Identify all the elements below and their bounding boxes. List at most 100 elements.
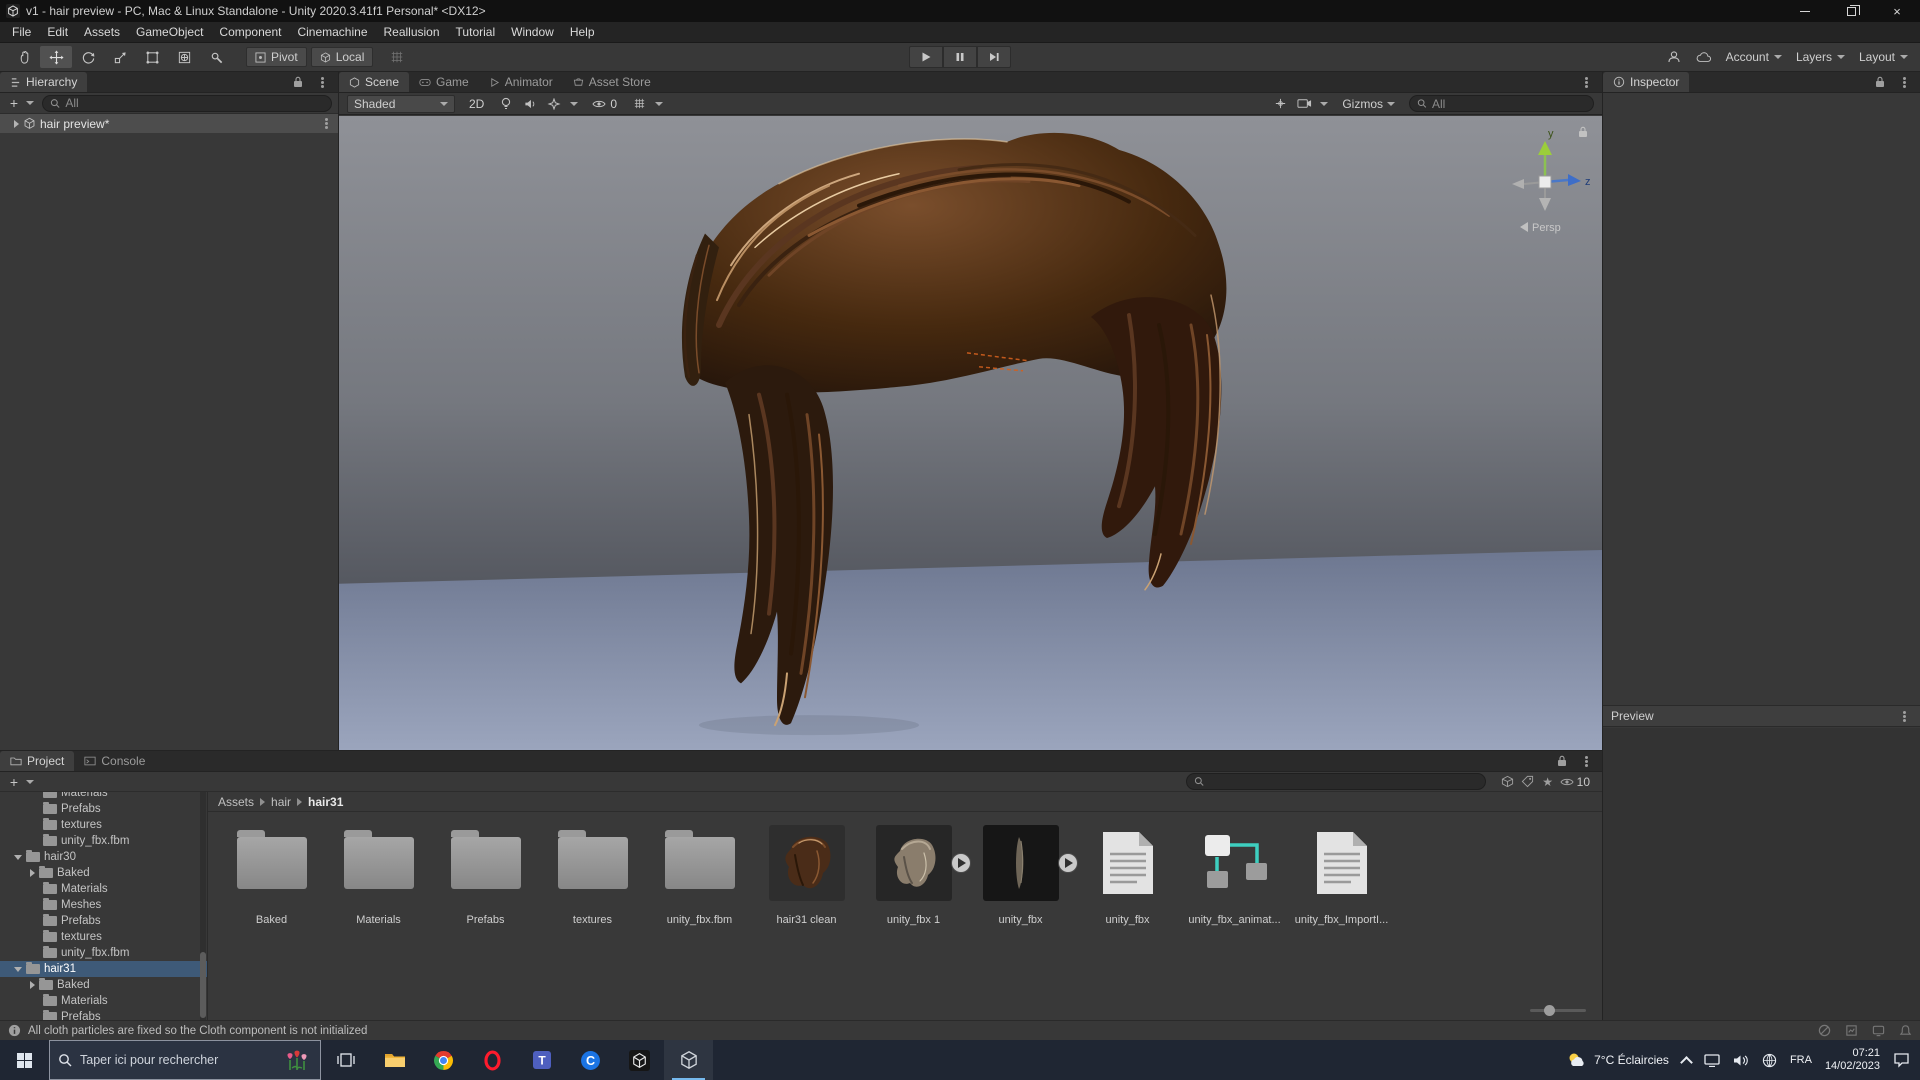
menu-reallusion[interactable]: Reallusion bbox=[376, 22, 448, 43]
tab-project[interactable]: Project bbox=[0, 751, 75, 771]
tab-animator[interactable]: Animator bbox=[479, 72, 563, 92]
breadcrumb-assets[interactable]: Assets bbox=[218, 795, 254, 809]
unity-editor-button[interactable] bbox=[664, 1040, 713, 1080]
rect-tool-button[interactable] bbox=[136, 46, 168, 68]
asset-unity-fbx-file[interactable]: unity_fbx bbox=[1074, 824, 1181, 1020]
audio-toggle-icon[interactable] bbox=[522, 96, 538, 112]
tree-item[interactable]: Materials bbox=[0, 881, 207, 897]
gizmo-lock-icon[interactable] bbox=[1578, 126, 1588, 138]
search-highlight-tulips-icon[interactable] bbox=[282, 1048, 312, 1072]
transform-tool-button[interactable] bbox=[168, 46, 200, 68]
snap-settings-button[interactable] bbox=[381, 46, 413, 68]
chrome-button[interactable] bbox=[419, 1040, 468, 1080]
hand-tool-button[interactable] bbox=[8, 46, 40, 68]
move-tool-button[interactable] bbox=[40, 46, 72, 68]
slider-knob[interactable] bbox=[1544, 1005, 1555, 1016]
action-center-icon[interactable] bbox=[1893, 1052, 1910, 1068]
asset-unity-fbx-importinfo[interactable]: unity_fbx_ImportI... bbox=[1288, 824, 1395, 1020]
keyboard-language[interactable]: FRA bbox=[1790, 1054, 1812, 1066]
step-button[interactable] bbox=[977, 46, 1011, 68]
tree-item[interactable]: textures bbox=[0, 817, 207, 833]
lock-icon[interactable] bbox=[1554, 753, 1570, 769]
tab-hierarchy[interactable]: Hierarchy bbox=[0, 72, 88, 92]
menu-assets[interactable]: Assets bbox=[76, 22, 128, 43]
tree-item[interactable]: unity_fbx.fbm bbox=[0, 833, 207, 849]
volume-icon[interactable] bbox=[1733, 1054, 1749, 1067]
camera-settings-icon[interactable] bbox=[1296, 96, 1312, 112]
tree-item[interactable]: Materials bbox=[0, 792, 207, 801]
scene-visibility-toggle[interactable]: 0 bbox=[586, 95, 623, 113]
asset-folder-unity-fbx-fbm[interactable]: unity_fbx.fbm bbox=[646, 824, 753, 1020]
kebab-menu-icon[interactable] bbox=[1578, 74, 1594, 90]
menu-help[interactable]: Help bbox=[562, 22, 603, 43]
asset-folder-baked[interactable]: Baked bbox=[218, 824, 325, 1020]
taskbar-search[interactable] bbox=[49, 1040, 321, 1080]
hidden-packages-toggle[interactable]: 10 bbox=[1560, 775, 1590, 789]
asset-unity-fbx-animator[interactable]: unity_fbx_animat... bbox=[1181, 824, 1288, 1020]
tree-scrollbar[interactable] bbox=[200, 792, 206, 1020]
scene-search-input[interactable] bbox=[1432, 96, 1586, 111]
collapse-arrow-icon[interactable] bbox=[30, 981, 35, 989]
x-axis-handle[interactable] bbox=[1512, 179, 1524, 189]
lock-icon[interactable] bbox=[1872, 74, 1888, 90]
cloud-icon[interactable] bbox=[1696, 49, 1712, 65]
tree-item[interactable]: hair30 bbox=[0, 849, 207, 865]
tree-item[interactable]: Baked bbox=[0, 977, 207, 993]
task-view-button[interactable] bbox=[321, 1040, 370, 1080]
pivot-toggle-button[interactable]: Pivot bbox=[246, 47, 307, 67]
kebab-menu-icon[interactable] bbox=[1578, 753, 1594, 769]
favorites-icon[interactable]: ★ bbox=[1540, 774, 1556, 790]
collapse-arrow-icon[interactable] bbox=[14, 119, 19, 128]
start-button[interactable] bbox=[0, 1040, 49, 1080]
tree-item[interactable]: Prefabs bbox=[0, 913, 207, 929]
preview-section-header[interactable]: Preview bbox=[1603, 705, 1920, 727]
hierarchy-search-input[interactable] bbox=[65, 96, 324, 110]
tab-console[interactable]: Console bbox=[74, 751, 155, 771]
layout-dropdown[interactable]: Layout bbox=[1859, 50, 1908, 64]
gizmos-dropdown[interactable]: Gizmos bbox=[1336, 95, 1401, 113]
network-icon[interactable] bbox=[1704, 1053, 1720, 1067]
menu-window[interactable]: Window bbox=[503, 22, 562, 43]
pause-button[interactable] bbox=[943, 46, 977, 68]
expand-arrow-icon[interactable] bbox=[14, 854, 22, 860]
tree-item[interactable]: unity_fbx.fbm bbox=[0, 945, 207, 961]
search-by-label-icon[interactable] bbox=[1520, 774, 1536, 790]
menu-edit[interactable]: Edit bbox=[39, 22, 76, 43]
thumbnail-size-slider[interactable] bbox=[1530, 1005, 1586, 1016]
asset-folder-textures[interactable]: textures bbox=[539, 824, 646, 1020]
chevron-down-icon[interactable] bbox=[570, 101, 579, 106]
chevron-down-icon[interactable] bbox=[1320, 101, 1329, 106]
tree-item[interactable]: Meshes bbox=[0, 897, 207, 913]
gizmo-center-cube[interactable] bbox=[1538, 175, 1552, 189]
effects-dropdown-icon[interactable] bbox=[546, 96, 562, 112]
tree-item[interactable]: Materials bbox=[0, 993, 207, 1009]
chevron-down-icon[interactable] bbox=[655, 101, 664, 106]
menu-gameobject[interactable]: GameObject bbox=[128, 22, 211, 43]
scrollbar-thumb[interactable] bbox=[200, 952, 206, 1018]
tab-game[interactable]: Game bbox=[409, 72, 479, 92]
menu-component[interactable]: Component bbox=[211, 22, 289, 43]
shading-mode-dropdown[interactable]: Shaded bbox=[347, 94, 455, 113]
minimize-button[interactable] bbox=[1782, 0, 1828, 22]
tree-item[interactable]: textures bbox=[0, 929, 207, 945]
hidden-icons-chevron[interactable] bbox=[1680, 1055, 1693, 1069]
notifications-status-icon[interactable] bbox=[1899, 1024, 1912, 1037]
add-object-button[interactable]: + bbox=[6, 95, 22, 111]
lock-icon[interactable] bbox=[290, 74, 306, 90]
tree-item[interactable]: Prefabs bbox=[0, 1009, 207, 1020]
breadcrumb-hair31[interactable]: hair31 bbox=[308, 795, 343, 809]
globe-icon[interactable] bbox=[1762, 1053, 1777, 1068]
layers-dropdown[interactable]: Layers bbox=[1796, 50, 1845, 64]
add-asset-button[interactable]: + bbox=[6, 774, 22, 790]
unity-hub-button[interactable] bbox=[615, 1040, 664, 1080]
down-axis-handle[interactable] bbox=[1539, 198, 1551, 211]
cache-status-icon[interactable] bbox=[1818, 1024, 1831, 1037]
kebab-menu-icon[interactable] bbox=[1896, 708, 1912, 724]
tool-settings-icon[interactable] bbox=[1272, 96, 1288, 112]
progress-status-icon[interactable] bbox=[1845, 1024, 1858, 1037]
status-bar[interactable]: All cloth particles are fixed so the Clo… bbox=[0, 1020, 1920, 1040]
close-button[interactable]: × bbox=[1874, 0, 1920, 22]
tree-item-selected[interactable]: hair31 bbox=[0, 961, 207, 977]
scene-viewport[interactable]: y z Persp bbox=[339, 116, 1602, 750]
collab-icon[interactable] bbox=[1666, 49, 1682, 65]
